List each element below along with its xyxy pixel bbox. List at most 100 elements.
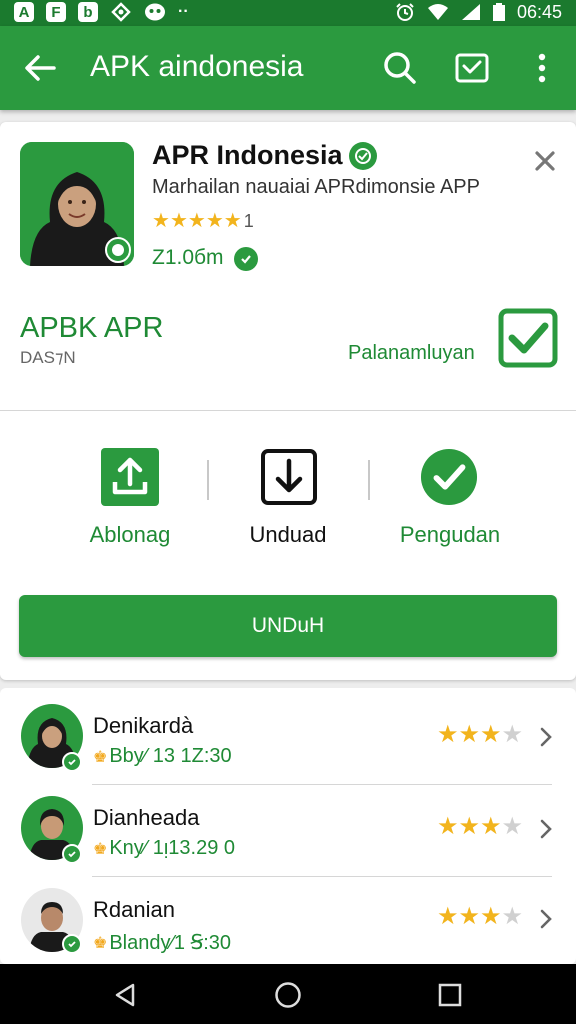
crown-icon: ♚ <box>93 934 108 952</box>
app-rating: ★ ★ ★ ★ ★ 1 <box>152 210 254 232</box>
star-icon: ★ <box>169 210 188 232</box>
confirm-action-button[interactable] <box>420 448 478 506</box>
back-triangle-icon <box>115 983 135 1007</box>
recents-square-icon <box>438 983 462 1007</box>
reviewer-meta-text: Kny⁄ 1ᴉ13.29 0 <box>109 837 235 859</box>
nav-recents-button[interactable] <box>433 978 467 1012</box>
close-button[interactable] <box>530 146 560 176</box>
star-icon: ★ <box>458 903 481 930</box>
cta-label: UNDuH <box>251 614 325 637</box>
status-bar: A F b ·· 06:45 <box>0 0 576 26</box>
upload-action-label: Ablonag <box>89 522 171 547</box>
star-icon: ★ <box>152 210 170 232</box>
review-stars: ★ ★ ★ ★ <box>437 722 523 748</box>
confirm-action-label: Pengudan <box>399 522 501 547</box>
app-icon <box>20 142 134 266</box>
star-icon: ★ <box>437 813 459 840</box>
reviewer-meta: ♚ Kny⁄ 1ᴉ13.29 0 <box>93 837 235 860</box>
star-icon: ★ <box>480 721 502 748</box>
battery-icon <box>492 3 505 21</box>
star-empty-icon: ★ <box>501 813 524 840</box>
user-badge-icon <box>62 752 82 772</box>
user-badge-icon <box>62 934 82 954</box>
back-arrow-icon <box>25 55 56 81</box>
verified-label: Palanamluyan <box>348 342 475 364</box>
star-icon: ★ <box>223 210 242 232</box>
status-time: 06:45 <box>516 1 562 22</box>
download-icon <box>261 449 317 505</box>
alarm-icon <box>396 3 414 21</box>
download-action-button[interactable] <box>260 448 318 506</box>
home-circle-icon <box>275 982 301 1008</box>
refresh-check-icon <box>241 255 251 264</box>
check-box-icon <box>498 308 558 368</box>
user-badge-icon <box>62 844 82 864</box>
location-wifi-icon <box>111 2 131 22</box>
status-app-icon-f: F <box>46 2 66 22</box>
back-button[interactable] <box>20 48 60 88</box>
card-divider <box>0 410 576 411</box>
star-icon: ★ <box>480 813 502 840</box>
search-icon <box>384 52 416 84</box>
search-button[interactable] <box>380 48 420 88</box>
nav-home-button[interactable] <box>271 978 305 1012</box>
star-icon: ★ <box>458 813 481 840</box>
reviewer-name: Rdanian <box>93 897 175 922</box>
reviewer-meta: ♚ Bby⁄ 13 1Z:30 <box>93 745 232 768</box>
reviewer-meta: ♚ Blandy⁄1 Ꞩ:30 <box>93 930 231 955</box>
more-options-button[interactable] <box>522 48 562 88</box>
review-stars: ★ ★ ★ ★ <box>437 814 523 840</box>
star-icon: ★ <box>480 903 502 930</box>
crown-icon: ♚ <box>93 748 108 766</box>
status-more-dots: ·· <box>178 3 189 20</box>
star-icon: ★ <box>437 903 459 930</box>
wifi-icon <box>427 4 448 20</box>
chevron-right-icon[interactable] <box>536 907 556 931</box>
star-icon: ★ <box>205 210 224 232</box>
signal-icon <box>461 4 480 20</box>
rating-count: 1 <box>243 210 254 231</box>
star-icon: ★ <box>187 210 206 232</box>
review-stars: ★ ★ ★ ★ <box>437 904 523 930</box>
app-bar: APK aindonesia <box>0 26 576 110</box>
crown-icon: ♚ <box>93 840 108 858</box>
chevron-right-icon[interactable] <box>536 725 556 749</box>
star-icon: ★ <box>458 721 481 748</box>
star-empty-icon: ★ <box>501 721 524 748</box>
row-divider <box>92 876 552 877</box>
app-size: Z1.0бm <box>152 246 224 269</box>
nav-back-button[interactable] <box>108 978 142 1012</box>
chevron-right-icon[interactable] <box>536 817 556 841</box>
reviewer-name: Denikardà <box>93 713 194 738</box>
star-icon: ★ <box>437 721 459 748</box>
app-icon-portrait <box>20 142 134 266</box>
more-vert-icon <box>538 53 546 83</box>
reviewer-meta-text: Blandy⁄1 Ꞩ:30 <box>109 932 232 954</box>
app-subtitle: Marhailan nauaiai APRdimonsie APP <box>152 176 480 198</box>
status-app-icon-a: A <box>14 2 34 22</box>
system-nav-bar <box>0 964 576 1024</box>
inbox-check-button[interactable] <box>452 48 492 88</box>
size-badge <box>234 247 258 271</box>
status-left-icons: A F b ·· <box>14 2 189 22</box>
verified-badge <box>349 142 377 170</box>
reviewer-meta-text: Bby⁄ 13 1Z:30 <box>109 745 232 767</box>
verified-check-button[interactable] <box>498 308 558 368</box>
inbox-check-icon <box>455 53 489 83</box>
action-divider <box>368 460 370 500</box>
status-app-icon-b: b <box>78 2 98 22</box>
upload-icon <box>101 448 159 506</box>
section-subtitle: DAS⁊N <box>20 348 76 367</box>
upload-action-button[interactable] <box>101 448 159 506</box>
download-action-label: Unduad <box>249 522 327 547</box>
star-empty-icon: ★ <box>501 903 524 930</box>
section-title: APBK APR <box>20 312 164 344</box>
row-divider <box>92 784 552 785</box>
app-bar-title: APK aindonesia <box>90 50 304 83</box>
check-circle-icon <box>420 448 478 506</box>
download-cta-button[interactable]: UNDuH <box>19 595 557 657</box>
app-name: APR Indonesia <box>152 140 343 170</box>
close-icon <box>535 151 555 171</box>
status-right-icons: 06:45 <box>395 2 562 22</box>
action-divider <box>207 460 209 500</box>
